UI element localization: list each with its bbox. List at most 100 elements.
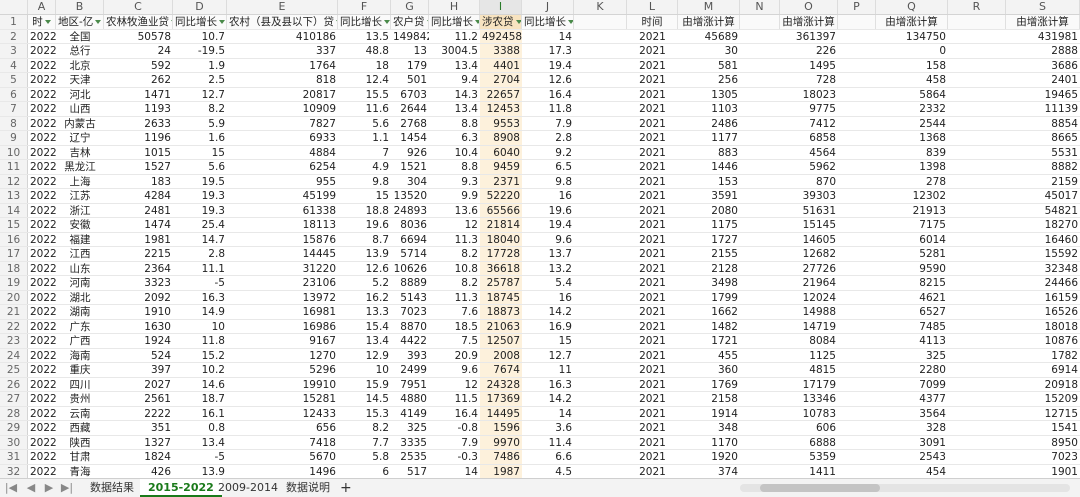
cell-c[interactable]: 426 [104, 465, 173, 479]
cell-a[interactable]: 2022 [28, 450, 56, 464]
cell-l[interactable]: 2021 [627, 88, 678, 102]
cell-q[interactable]: 0 [876, 44, 948, 58]
cell-i[interactable]: 65566 [480, 203, 522, 217]
cell-j[interactable]: 13.7 [522, 247, 574, 261]
cell-s[interactable]: 19465 [1006, 88, 1080, 102]
cell-k[interactable] [574, 218, 627, 232]
cell-h[interactable]: 10.8 [429, 262, 480, 276]
header-cell-s[interactable]: 由增涨计算 [1006, 15, 1080, 29]
cell-b[interactable]: 吉林 [56, 146, 104, 160]
cell-c[interactable]: 2215 [104, 247, 173, 261]
cell-r[interactable] [948, 30, 1006, 44]
row-number[interactable]: 11 [0, 160, 28, 174]
header-cell-j[interactable]: 同比增长 [522, 15, 574, 29]
cell-j[interactable]: 9.8 [522, 175, 574, 189]
header-cell-k[interactable] [574, 15, 627, 29]
cell-q[interactable]: 2332 [876, 102, 948, 116]
cell-i[interactable]: 9970 [480, 435, 522, 449]
cell-a[interactable]: 2022 [28, 349, 56, 363]
cell-j[interactable]: 9.6 [522, 233, 574, 247]
cell-c[interactable]: 4284 [104, 189, 173, 203]
cell-g[interactable]: 8889 [391, 276, 429, 290]
cell-n[interactable] [740, 378, 780, 392]
cell-k[interactable] [574, 465, 627, 479]
cell-c[interactable]: 1327 [104, 436, 173, 450]
cell-o[interactable]: 1495 [780, 59, 838, 73]
cell-j[interactable]: 14 [522, 407, 574, 421]
row-number[interactable]: 30 [0, 435, 28, 449]
cell-q[interactable]: 278 [876, 175, 948, 189]
cell-d[interactable]: 14.6 [173, 378, 227, 392]
cell-c[interactable]: 524 [104, 349, 173, 363]
cell-r[interactable] [948, 59, 1006, 73]
cell-d[interactable]: 10.7 [173, 30, 227, 44]
cell-g[interactable]: 13 [391, 44, 429, 58]
cell-h[interactable]: 20.9 [429, 349, 480, 363]
cell-f[interactable]: 8.2 [338, 421, 391, 435]
cell-c[interactable]: 397 [104, 363, 173, 377]
cell-j[interactable]: 16 [522, 291, 574, 305]
cell-r[interactable] [948, 291, 1006, 305]
cell-f[interactable]: 5.6 [338, 117, 391, 131]
cell-p[interactable] [838, 88, 876, 102]
header-cell-i[interactable]: 涉农贷 [480, 15, 522, 29]
cell-p[interactable] [838, 218, 876, 232]
cell-i[interactable]: 17728 [480, 247, 522, 261]
cell-c[interactable]: 1630 [104, 320, 173, 334]
cell-l[interactable]: 2021 [627, 117, 678, 131]
cell-m[interactable]: 883 [678, 146, 740, 160]
cell-n[interactable] [740, 204, 780, 218]
cell-b[interactable]: 北京 [56, 59, 104, 73]
cell-i[interactable]: 2704 [480, 73, 522, 87]
cell-i[interactable]: 12507 [480, 334, 522, 348]
cell-a[interactable]: 2022 [28, 44, 56, 58]
cell-r[interactable] [948, 175, 1006, 189]
cell-h[interactable]: 14.3 [429, 88, 480, 102]
cell-i[interactable]: 2371 [480, 174, 522, 188]
cell-r[interactable] [948, 378, 1006, 392]
cell-f[interactable]: 13.3 [338, 305, 391, 319]
header-cell-e[interactable]: 农村（县及县以下）贷 [227, 15, 338, 29]
cell-n[interactable] [740, 465, 780, 479]
cell-l[interactable]: 2021 [627, 204, 678, 218]
cell-c[interactable]: 351 [104, 421, 173, 435]
cell-q[interactable]: 2280 [876, 363, 948, 377]
cell-p[interactable] [838, 44, 876, 58]
cell-r[interactable] [948, 247, 1006, 261]
cell-o[interactable]: 606 [780, 421, 838, 435]
cell-o[interactable]: 361397 [780, 30, 838, 44]
cell-l[interactable]: 2021 [627, 320, 678, 334]
cell-e[interactable]: 7827 [227, 117, 338, 131]
cell-j[interactable]: 16 [522, 189, 574, 203]
cell-d[interactable]: 15.2 [173, 349, 227, 363]
cell-e[interactable]: 14445 [227, 247, 338, 261]
cell-e[interactable]: 6254 [227, 160, 338, 174]
cell-b[interactable]: 广东 [56, 320, 104, 334]
cell-d[interactable]: 19.5 [173, 175, 227, 189]
cell-n[interactable] [740, 160, 780, 174]
filter-dropdown-icon[interactable] [219, 20, 225, 24]
cell-b[interactable]: 甘肃 [56, 450, 104, 464]
cell-m[interactable]: 1662 [678, 305, 740, 319]
cell-k[interactable] [574, 363, 627, 377]
cell-j[interactable]: 14.2 [522, 392, 574, 406]
cell-e[interactable]: 656 [227, 421, 338, 435]
cell-h[interactable]: 12 [429, 378, 480, 392]
cell-h[interactable]: 8.2 [429, 247, 480, 261]
cell-h[interactable]: 16.4 [429, 407, 480, 421]
cell-s[interactable]: 8950 [1006, 436, 1080, 450]
cell-m[interactable]: 3591 [678, 189, 740, 203]
cell-h[interactable]: 11.3 [429, 233, 480, 247]
cell-q[interactable]: 4377 [876, 392, 948, 406]
cell-s[interactable]: 6914 [1006, 363, 1080, 377]
row-number[interactable]: 5 [0, 73, 28, 87]
cell-k[interactable] [574, 44, 627, 58]
cell-j[interactable]: 9.2 [522, 146, 574, 160]
cell-d[interactable]: 16.1 [173, 407, 227, 421]
cell-m[interactable]: 1175 [678, 218, 740, 232]
cell-b[interactable]: 四川 [56, 378, 104, 392]
cell-c[interactable]: 24 [104, 44, 173, 58]
next-sheet-icon[interactable]: ▶ [42, 479, 56, 497]
cell-s[interactable]: 2401 [1006, 73, 1080, 87]
row-number[interactable]: 23 [0, 334, 28, 348]
